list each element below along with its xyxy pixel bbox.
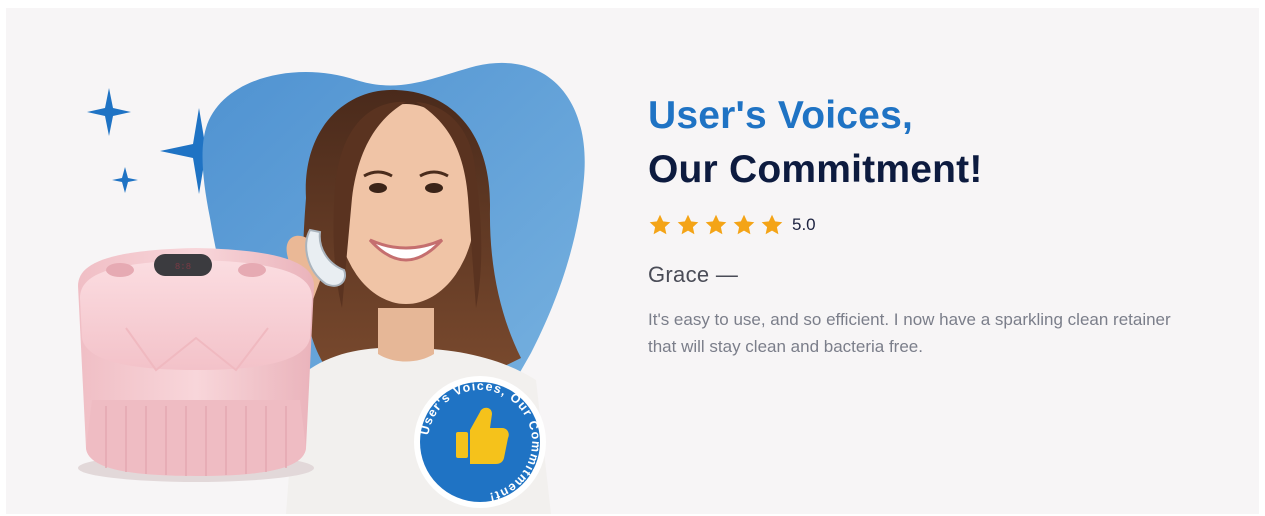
retainer-cleaner-product: 8:8 bbox=[78, 248, 314, 482]
hero-visual: 8:8 User's Voices, Our Commitment! bbox=[6, 8, 626, 514]
title-main: Our Commitment! bbox=[648, 148, 983, 191]
star-icon bbox=[649, 214, 671, 235]
svg-text:8:8: 8:8 bbox=[175, 262, 191, 272]
testimonial-section: 8:8 User's Voices, Our Commitment! User'… bbox=[6, 8, 1259, 514]
reviewer-name: Grace — bbox=[648, 262, 739, 287]
commitment-badge: User's Voices, Our Commitment! bbox=[414, 376, 546, 508]
star-icon bbox=[761, 214, 783, 235]
testimonial-content: User's Voices, Our Commitment! 5.0 Grace… bbox=[648, 92, 1208, 360]
sparkle-icon bbox=[112, 167, 138, 193]
sparkle-icon bbox=[87, 88, 131, 136]
title-accent: User's Voices, bbox=[648, 94, 914, 137]
star-icon bbox=[705, 214, 727, 235]
star-icon bbox=[733, 214, 755, 235]
rating: 5.0 bbox=[648, 212, 1208, 238]
review-quote: It's easy to use, and so efficient. I no… bbox=[648, 310, 1171, 356]
rating-value: 5.0 bbox=[792, 215, 816, 234]
star-icon bbox=[677, 214, 699, 235]
